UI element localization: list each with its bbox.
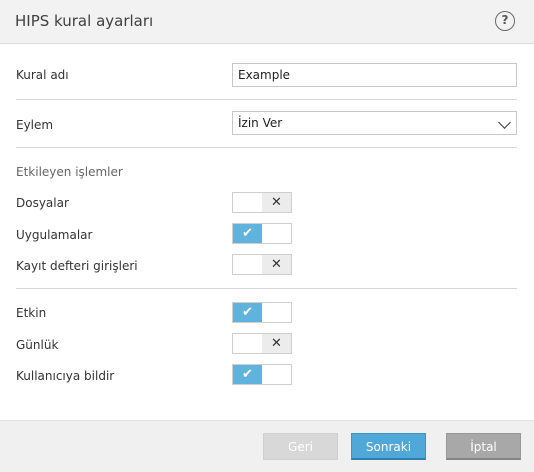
close-icon: ✕	[262, 334, 291, 353]
action-label: Eylem	[16, 118, 54, 132]
notify-user-label: Kullanıcıya bildir	[16, 369, 115, 383]
divider	[16, 147, 517, 148]
check-icon: ✔	[233, 224, 262, 243]
dialog-footer: Geri Sonraki İptal	[0, 420, 534, 472]
registry-entries-toggle[interactable]: ✕	[232, 254, 292, 275]
action-select-value: İzin Ver	[238, 116, 283, 130]
files-label: Dosyalar	[16, 196, 69, 210]
action-select[interactable]: İzin Ver	[232, 111, 517, 135]
cancel-button[interactable]: İptal	[446, 433, 521, 460]
divider	[16, 288, 517, 289]
check-icon: ✔	[233, 303, 262, 322]
log-label: Günlük	[16, 338, 59, 352]
dialog-title: HIPS kural ayarları	[15, 12, 154, 30]
registry-entries-label: Kayıt defteri girişleri	[16, 259, 138, 273]
back-button[interactable]: Geri	[263, 433, 338, 460]
next-button[interactable]: Sonraki	[351, 433, 426, 460]
notify-user-toggle[interactable]: ✔	[232, 364, 292, 385]
dialog-titlebar: HIPS kural ayarları ?	[0, 0, 534, 44]
affecting-operations-heading: Etkileyen işlemler	[16, 165, 123, 179]
enabled-label: Etkin	[16, 306, 47, 320]
rule-name-label: Kural adı	[16, 68, 69, 82]
applications-toggle[interactable]: ✔	[232, 223, 292, 244]
help-icon[interactable]: ?	[495, 11, 515, 31]
enabled-toggle[interactable]: ✔	[232, 302, 292, 323]
files-toggle[interactable]: ✕	[232, 192, 292, 213]
divider	[16, 99, 517, 100]
applications-label: Uygulamalar	[16, 228, 93, 242]
dialog-content: Kural adı Eylem İzin Ver Etkileyen işlem…	[0, 44, 534, 420]
check-icon: ✔	[233, 365, 262, 384]
chevron-down-icon	[498, 116, 511, 129]
close-icon: ✕	[262, 255, 291, 274]
close-icon: ✕	[262, 193, 291, 212]
rule-name-input[interactable]	[232, 63, 517, 87]
log-toggle[interactable]: ✕	[232, 333, 292, 354]
